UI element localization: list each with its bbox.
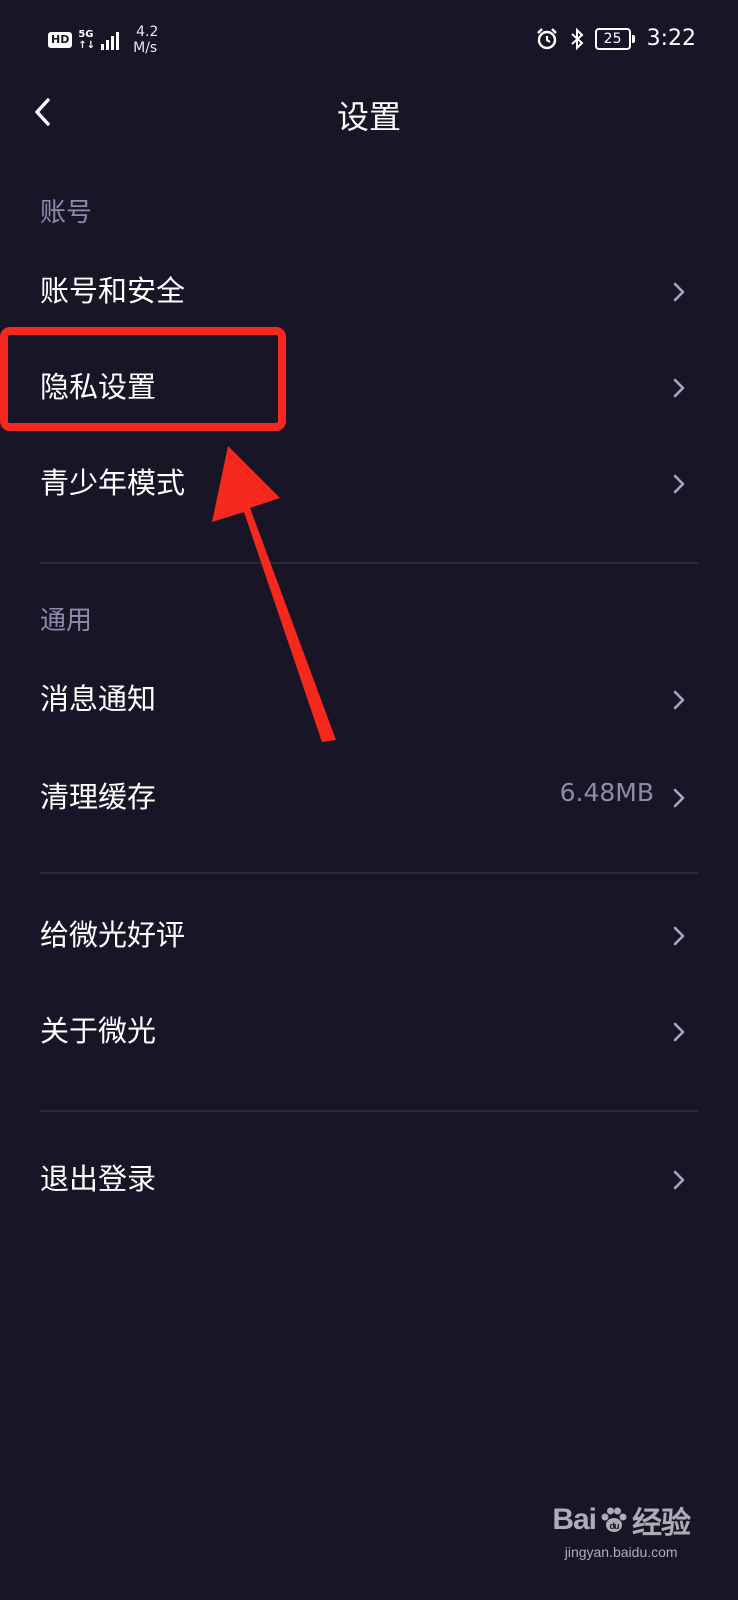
baidu-logo-text-b: 经验 bbox=[632, 1507, 691, 1540]
row-clear-cache[interactable]: 清理缓存 6.48MB bbox=[0, 750, 738, 846]
row-label: 消息通知 bbox=[40, 682, 157, 716]
status-bar-right: 25 3:22 bbox=[535, 26, 696, 51]
row-label: 给微光好评 bbox=[40, 918, 186, 952]
network-type-label: 5G bbox=[78, 29, 94, 40]
baidu-logo-text-a: Bai bbox=[552, 1503, 597, 1536]
chevron-right-icon bbox=[673, 1022, 685, 1042]
cache-size: 6.48MB bbox=[559, 778, 654, 807]
row-notifications[interactable]: 消息通知 bbox=[0, 652, 738, 748]
signal-icon bbox=[101, 30, 120, 50]
row-label: 账号和安全 bbox=[40, 274, 186, 308]
row-label: 关于微光 bbox=[40, 1014, 157, 1048]
battery-level: 25 bbox=[603, 30, 622, 47]
paw-icon: du bbox=[601, 1507, 627, 1532]
section-label-general: 通用 bbox=[40, 606, 93, 636]
row-label: 隐私设置 bbox=[40, 370, 157, 404]
nav-bar: 设置 bbox=[0, 80, 738, 150]
network-speed-value: 4.2 bbox=[136, 24, 159, 40]
chevron-right-icon bbox=[673, 1170, 685, 1190]
status-bar-left: HD 5G ↑↓ 4.2 M/s bbox=[48, 24, 158, 56]
divider bbox=[40, 1110, 698, 1112]
battery-icon: 25 bbox=[594, 27, 635, 50]
network-activity-icon: ↑↓ bbox=[78, 40, 96, 51]
clock: 3:22 bbox=[646, 26, 696, 51]
divider bbox=[40, 562, 698, 564]
row-label: 青少年模式 bbox=[40, 466, 186, 500]
row-teen-mode[interactable]: 青少年模式 bbox=[0, 436, 738, 532]
baidu-watermark: Bai du 经验 jingyan.baidu.com bbox=[552, 1498, 691, 1560]
row-privacy-settings[interactable]: 隐私设置 bbox=[0, 340, 738, 436]
hd-badge: HD bbox=[48, 32, 73, 48]
row-account-security[interactable]: 账号和安全 bbox=[0, 244, 738, 340]
watermark-url: jingyan.baidu.com bbox=[564, 1544, 678, 1560]
network-type: 5G ↑↓ bbox=[78, 29, 95, 51]
chevron-right-icon bbox=[673, 690, 685, 710]
network-speed-unit: M/s bbox=[133, 40, 158, 56]
chevron-right-icon bbox=[673, 926, 685, 946]
status-bar: HD 5G ↑↓ 4.2 M/s 25 3:22 bbox=[0, 0, 738, 80]
row-rate-app[interactable]: 给微光好评 bbox=[0, 888, 738, 984]
chevron-right-icon bbox=[673, 788, 685, 808]
row-label: 退出登录 bbox=[40, 1162, 157, 1196]
row-about[interactable]: 关于微光 bbox=[0, 984, 738, 1080]
chevron-right-icon bbox=[673, 474, 685, 494]
row-label: 清理缓存 bbox=[40, 780, 157, 814]
row-logout[interactable]: 退出登录 bbox=[0, 1132, 738, 1228]
baidu-logo: Bai du 经验 bbox=[552, 1498, 691, 1542]
bluetooth-icon bbox=[570, 27, 584, 50]
divider bbox=[40, 872, 698, 874]
network-speed: 4.2 M/s bbox=[133, 24, 158, 56]
alarm-icon bbox=[536, 27, 557, 49]
page-title: 设置 bbox=[336, 98, 401, 136]
chevron-right-icon bbox=[673, 282, 685, 302]
svg-text:du: du bbox=[610, 1521, 619, 1531]
section-label-account: 账号 bbox=[40, 198, 93, 228]
chevron-right-icon bbox=[673, 378, 685, 398]
